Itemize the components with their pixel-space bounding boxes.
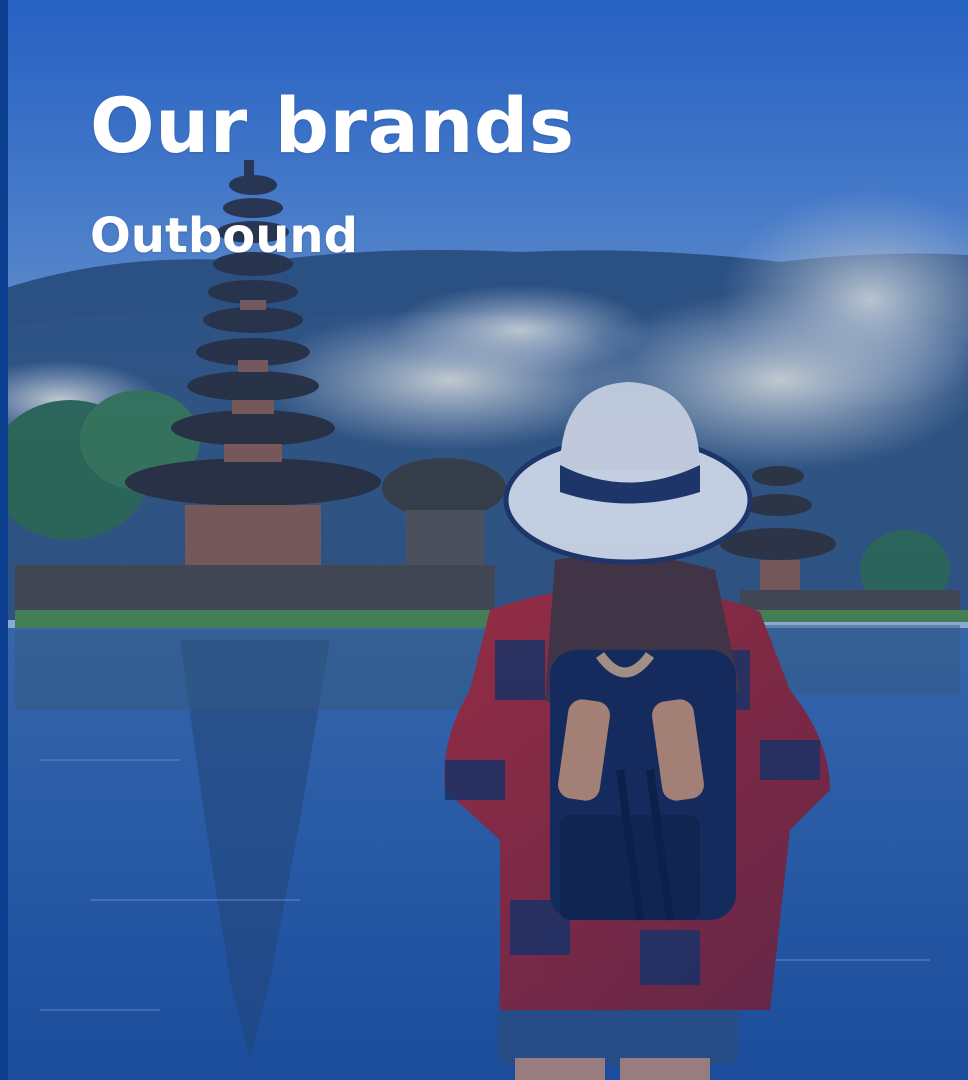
left-accent-bar xyxy=(0,0,8,1080)
section-subtitle: Outbound xyxy=(90,208,358,264)
page-title: Our brands xyxy=(90,81,575,170)
slide: Our brands Outbound xyxy=(0,0,968,1080)
